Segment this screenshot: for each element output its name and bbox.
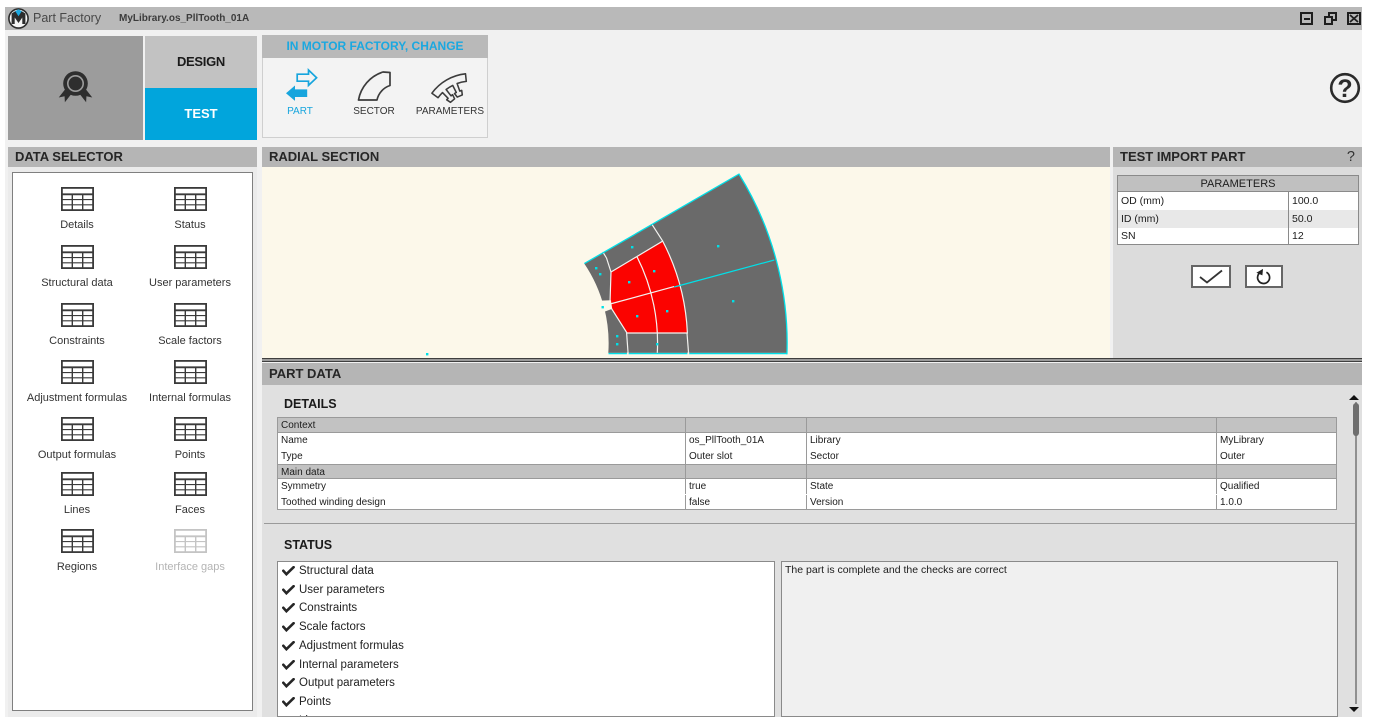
svg-text:?: ? <box>1337 75 1352 103</box>
